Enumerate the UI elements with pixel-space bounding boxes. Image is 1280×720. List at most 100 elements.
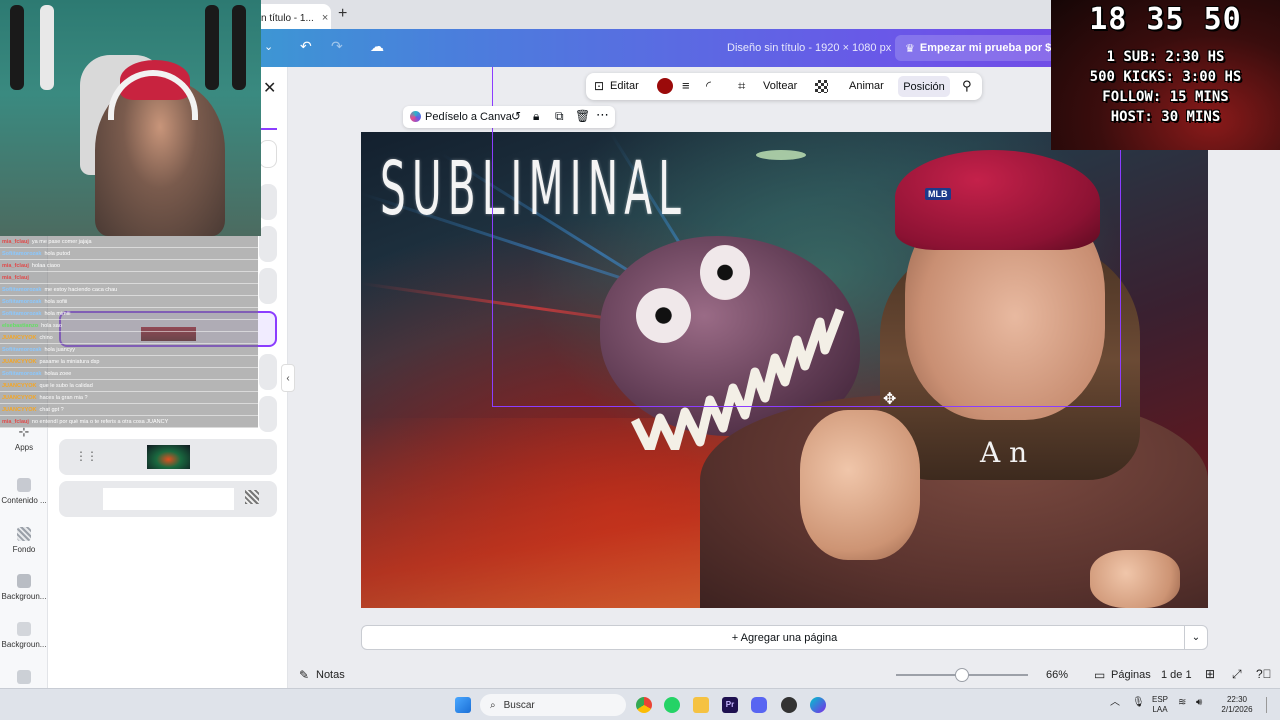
new-tab-icon[interactable]: + (338, 5, 347, 23)
chat-text: me estoy haciendo caca chau (44, 287, 118, 293)
language-indicator[interactable]: ESP LAA (1152, 695, 1168, 715)
layer-item[interactable]: ⋮⋮ (59, 439, 277, 475)
pages-button[interactable]: Páginas (1111, 669, 1151, 681)
document-title[interactable]: Diseño sin título - 1920 × 1080 px (727, 42, 891, 54)
language-top: ESP (1152, 695, 1169, 704)
chat-message: JUANCYYOK pasame la miniatura dsp (0, 356, 258, 368)
rail-item-content[interactable]: Contenido ... (0, 478, 48, 505)
rail-item-backgrounds-2[interactable]: Backgroun... (0, 622, 48, 649)
edit-button[interactable]: Editar (610, 80, 639, 92)
rail-item-background[interactable]: Fondo (0, 527, 48, 554)
add-page-button[interactable]: + Agregar una página (361, 625, 1208, 650)
layer-item[interactable] (259, 354, 277, 390)
tab-close-icon[interactable]: × (322, 12, 328, 24)
paint-format-icon[interactable]: ⚲ (962, 78, 972, 94)
chat-message: Sofiitamorozak hola juancyy (0, 344, 258, 356)
layer-thumbnail (147, 445, 190, 469)
chat-message: JUANCYYOK chino (0, 332, 258, 344)
goal-line: HOST: 30 MINS (1110, 109, 1221, 125)
selection-box[interactable] (492, 132, 1121, 407)
rail-item-label: Contenido ... (1, 496, 47, 505)
rail-item-label: Fondo (12, 545, 36, 554)
goal-line: 500 KICKS: 3:00 HS (1089, 69, 1242, 85)
chat-username: JUANCYYOK (2, 383, 37, 389)
premiere-icon[interactable]: Pr (722, 697, 738, 713)
duplicate-icon[interactable]: ⧉ (555, 109, 564, 124)
chat-text: ya me pase comer jajaja (31, 239, 92, 245)
chat-text: holaa ciaoo (31, 263, 61, 269)
more-options-icon[interactable]: ⋯ (596, 107, 609, 123)
corner-rounding-icon[interactable]: ◜ (706, 78, 711, 94)
browser-tab[interactable]: n título - 1... × (253, 4, 331, 32)
redo-icon[interactable]: ↷ (331, 38, 343, 55)
pages-icon[interactable]: ▭ (1094, 668, 1105, 682)
clock-date: 2/1/2026 (1221, 705, 1253, 714)
layer-item[interactable] (259, 396, 277, 432)
chat-message: JUANCYYOK que le subo la calidad (0, 380, 258, 392)
chrome-icon[interactable] (636, 697, 652, 713)
chevron-up-icon[interactable]: ︿ (1110, 698, 1120, 708)
microphone-icon[interactable]: 🎙︎ (1132, 698, 1145, 708)
webcam-overlay (0, 0, 261, 236)
chat-text: hola sao (41, 323, 62, 329)
color-swatch[interactable] (657, 78, 673, 94)
edit-image-icon[interactable]: ⊡ (594, 79, 604, 93)
lock-icon[interactable]: 🔒︎ (533, 109, 539, 124)
goal-line: 1 SUB: 2:30 HS (1106, 49, 1225, 65)
discord-icon[interactable] (751, 697, 767, 713)
notes-button[interactable]: Notas (316, 669, 345, 681)
chat-message: Sofiitamorozak hola sofiii (0, 296, 258, 308)
undo-icon[interactable]: ↶ (300, 38, 312, 55)
layer-item[interactable] (259, 184, 277, 220)
volume-icon[interactable]: 🔊︎ (1196, 698, 1202, 708)
drag-handle-icon[interactable]: ⋮⋮ (75, 449, 98, 463)
position-button[interactable]: Posición (898, 76, 950, 97)
flip-button[interactable]: Voltear (763, 80, 797, 92)
chat-text: hola mimiii (44, 311, 71, 317)
obs-icon[interactable] (781, 697, 797, 713)
chat-username: mia_fclauj (2, 239, 29, 245)
bg-thumb-icon (17, 622, 31, 636)
grid-view-icon[interactable]: ⊞ (1205, 667, 1215, 681)
chat-message: Sofiitamorozak me estoy haciendo caca cha… (0, 284, 258, 296)
clock[interactable]: 22:30 2/1/2026 (1214, 695, 1260, 715)
delete-icon[interactable]: 🗑︎ (575, 109, 590, 123)
canva-ai-icon (410, 111, 421, 122)
fullscreen-icon[interactable]: ⤢ (1232, 667, 1242, 682)
close-icon[interactable]: ✕ (263, 78, 276, 98)
bg-thumb-icon (17, 574, 31, 588)
chevron-down-icon[interactable]: ⌄ (264, 40, 273, 53)
notes-icon[interactable]: ✎ (299, 668, 309, 682)
chat-message: Sofiitamorozak hola putod (0, 248, 258, 260)
ask-canva-button[interactable]: Pedíselo a Canva (425, 111, 512, 123)
zoom-level[interactable]: 66% (1046, 669, 1068, 681)
collapse-panel-button[interactable]: ‹ (281, 364, 295, 392)
whatsapp-icon[interactable] (664, 697, 680, 713)
chat-text: que le subo la calidad (39, 383, 93, 389)
chat-username: Sofiitamorozak (2, 347, 42, 353)
rail-item-backgrounds-1[interactable]: Backgroun... (0, 574, 48, 601)
windows-start-icon[interactable] (455, 697, 471, 713)
zoom-slider-knob[interactable] (955, 668, 969, 682)
animate-button[interactable]: Animar (849, 80, 884, 92)
taskbar-search[interactable]: ⌕ Buscar (480, 694, 626, 716)
context-toolbar: ⊡ Editar ≡ ◜ ⌗ Voltear Animar Posición ⚲ (586, 73, 982, 100)
stream-timer-overlay: 18 35 50 1 SUB: 2:30 HS 500 KICKS: 3:00 … (1051, 0, 1280, 150)
chevron-down-icon[interactable]: ⌄ (1184, 626, 1207, 649)
comment-icon[interactable]: ↺ (511, 109, 521, 123)
line-weight-icon[interactable]: ≡ (682, 78, 690, 93)
rail-item-more[interactable] (0, 670, 48, 688)
chat-text: chino (39, 335, 53, 341)
show-desktop-button[interactable] (1266, 697, 1274, 713)
layer-item[interactable] (259, 268, 277, 304)
help-icon[interactable]: ?⃝ (1256, 667, 1272, 681)
layer-item[interactable] (59, 481, 277, 517)
wifi-icon[interactable]: ≋ (1178, 698, 1186, 708)
crop-icon[interactable]: ⌗ (738, 78, 745, 94)
stream-chat: mia_fclauj ya me pase comer jajaja Sofiita… (0, 236, 258, 430)
file-explorer-icon[interactable] (693, 697, 709, 713)
layer-item[interactable] (259, 226, 277, 262)
transparency-icon[interactable] (815, 80, 828, 93)
canva-app-icon[interactable] (810, 697, 826, 713)
cloud-save-icon[interactable]: ☁ (370, 38, 384, 55)
